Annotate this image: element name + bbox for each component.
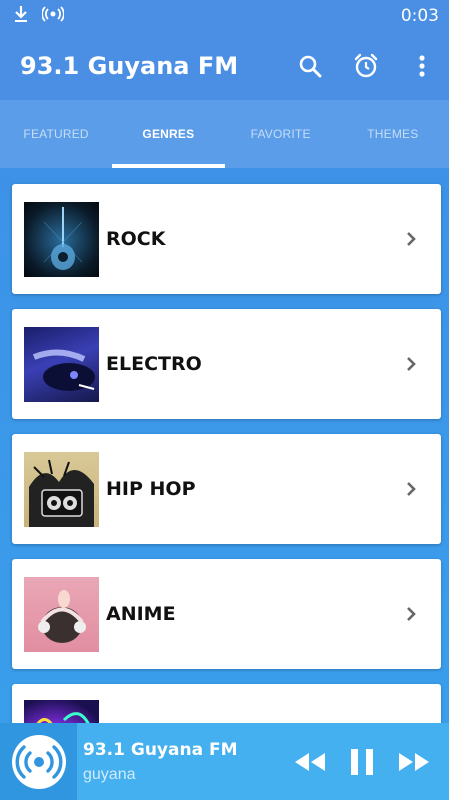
download-icon: [14, 5, 28, 28]
tab-genres[interactable]: GENRES: [112, 100, 225, 168]
genre-list: ROCK ELECTRO HIP HOP ANIME: [12, 184, 441, 800]
app-title: 93.1 Guyana FM: [20, 52, 239, 80]
guitar-image: [24, 201, 99, 277]
rewind-icon[interactable]: [293, 751, 327, 773]
app-bar: 93.1 Guyana FM: [0, 32, 449, 100]
genre-item-anime[interactable]: ANIME: [12, 559, 441, 669]
tab-bar: FEATURED GENRES FAVORITE THEMES: [0, 100, 449, 168]
pause-icon[interactable]: [349, 747, 375, 777]
tab-favorite[interactable]: FAVORITE: [225, 100, 337, 168]
mini-player: 93.1 Guyana FM guyana: [0, 723, 449, 800]
tab-themes[interactable]: THEMES: [337, 100, 449, 168]
anime-headphones-image: [24, 576, 99, 652]
player-subtitle: guyana: [83, 765, 136, 783]
genre-label: ELECTRO: [106, 353, 202, 375]
chevron-right-icon: [407, 607, 416, 621]
fast-forward-icon[interactable]: [397, 751, 431, 773]
genre-label: ANIME: [106, 603, 176, 625]
player-station-title: 93.1 Guyana FM: [83, 739, 238, 760]
tab-featured[interactable]: FEATURED: [0, 100, 112, 168]
more-vert-icon[interactable]: [409, 53, 435, 79]
radio-signal-icon: [41, 5, 65, 27]
station-artwork[interactable]: [0, 723, 77, 800]
dj-turntable-image: [24, 326, 99, 402]
genre-item-rock[interactable]: ROCK: [12, 184, 441, 294]
genre-item-electro[interactable]: ELECTRO: [12, 309, 441, 419]
chevron-right-icon: [407, 482, 416, 496]
genre-label: HIP HOP: [106, 478, 196, 500]
chevron-right-icon: [407, 232, 416, 246]
chevron-right-icon: [407, 357, 416, 371]
genre-item-hip-hop[interactable]: HIP HOP: [12, 434, 441, 544]
radio-broadcast-icon: [11, 734, 66, 789]
search-icon[interactable]: [297, 53, 323, 79]
alarm-clock-icon[interactable]: [353, 53, 379, 79]
genre-label: ROCK: [106, 228, 166, 250]
graffiti-boombox-image: [24, 451, 99, 527]
status-bar: 0:03: [0, 0, 449, 32]
status-time: 0:03: [400, 6, 439, 26]
